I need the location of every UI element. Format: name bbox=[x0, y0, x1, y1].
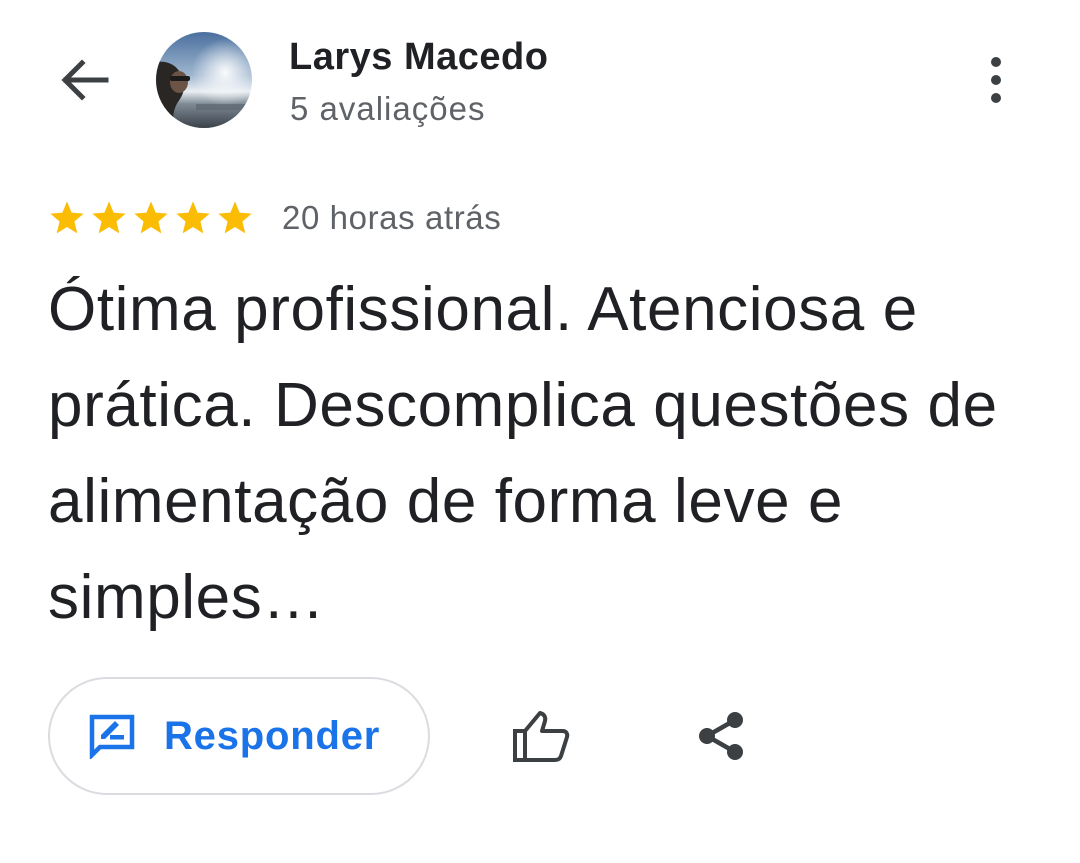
rating-row: 20 horas atrás bbox=[48, 196, 501, 240]
review-header: Larys Macedo 5 avaliações bbox=[0, 0, 1080, 160]
thumb-up-icon bbox=[513, 711, 570, 762]
star-icon bbox=[134, 201, 168, 234]
avatar[interactable] bbox=[156, 32, 252, 128]
reply-label: Responder bbox=[164, 713, 381, 758]
star-icon bbox=[218, 201, 252, 234]
star-icon bbox=[176, 201, 210, 234]
share-button[interactable] bbox=[690, 704, 752, 768]
share-icon bbox=[699, 712, 743, 760]
avatar-photo bbox=[156, 32, 252, 128]
reply-button[interactable]: Responder bbox=[48, 677, 430, 795]
like-button[interactable] bbox=[507, 702, 575, 770]
rate-review-icon bbox=[88, 712, 136, 760]
star-icon bbox=[92, 201, 126, 234]
more-vert-icon bbox=[991, 57, 1001, 103]
review-text: Ótima profissional. Atenciosa e prática.… bbox=[48, 275, 998, 632]
star-icon bbox=[50, 201, 84, 234]
arrow-back-icon bbox=[61, 59, 109, 101]
review-count: 5 avaliações bbox=[290, 90, 486, 127]
star-rating bbox=[48, 199, 254, 237]
back-button[interactable] bbox=[52, 52, 116, 108]
more-options-button[interactable] bbox=[970, 52, 1022, 108]
user-name[interactable]: Larys Macedo bbox=[289, 36, 548, 79]
review-timestamp: 20 horas atrás bbox=[282, 199, 502, 236]
